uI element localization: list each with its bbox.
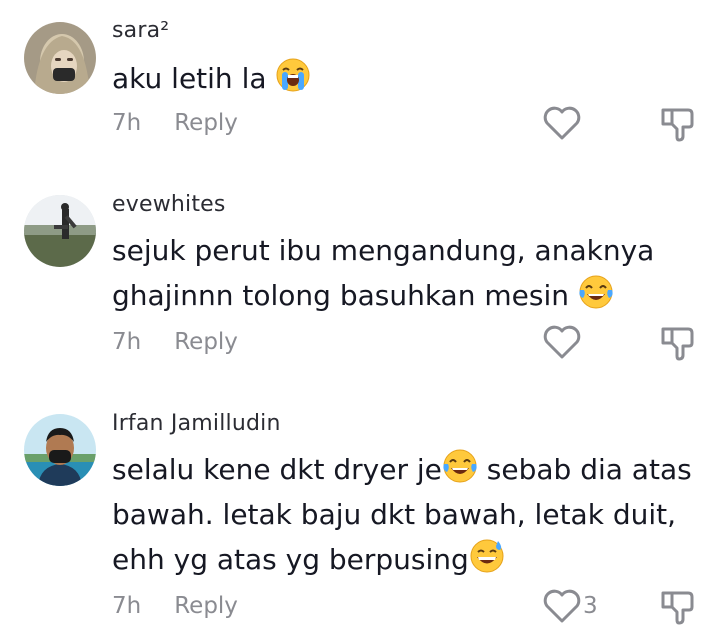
like-count: 3 [583,593,598,619]
username[interactable]: evewhites [112,192,226,217]
timestamp: 7h [112,110,142,136]
heart-icon [543,106,581,140]
comment-text-line: ghajinnn tolong basuhkan mesin [112,279,569,312]
avatar[interactable] [24,414,96,486]
thumbs-down-icon [661,108,694,142]
username[interactable]: Irfan Jamilludin [112,411,281,436]
comment-text: aku letih la [112,56,692,101]
dislike-button[interactable] [658,323,698,367]
comment-meta: 7h Reply [112,593,238,619]
grinning-face-with-sweat-icon [469,538,505,574]
face-with-tears-of-joy-icon [578,274,614,310]
timestamp: 7h [112,593,142,619]
like-button[interactable] [541,105,583,141]
avatar[interactable] [24,22,96,94]
reply-button[interactable]: Reply [174,110,238,136]
thumbs-down-icon [661,591,694,625]
like-button[interactable]: 3 [541,588,598,624]
username[interactable]: sara² [112,18,169,43]
like-button[interactable] [541,324,583,360]
comment-text-line: bawah. letak baju dkt bawah, letak duit, [112,498,676,531]
comment-meta: 7h Reply [112,329,238,355]
comment-text-line-wrap: selalu kene dkt dryer je sebab dia atas [112,447,692,492]
timestamp: 7h [112,329,142,355]
avatar[interactable] [24,195,96,267]
comment-meta: 7h Reply [112,110,238,136]
dislike-button[interactable] [658,587,698,631]
loudly-crying-face-icon [275,57,311,93]
reply-button[interactable]: Reply [174,593,238,619]
comment-text-line: selalu kene dkt dryer je [112,453,442,486]
heart-icon [543,325,581,359]
comment-text-line: sejuk perut ibu mengandung, anaknya [112,234,655,267]
comment-text-line-wrap: ghajinnn tolong basuhkan mesin [112,273,692,318]
dislike-button[interactable] [658,104,698,148]
comment-text-line: ehh yg atas yg berpusing [112,543,469,576]
heart-icon [543,589,581,623]
face-with-tears-of-joy-icon [442,448,478,484]
comment-text: sejuk perut ibu mengandung, anaknya ghaj… [112,228,692,318]
thumbs-down-icon [661,327,694,361]
comment-text-line: aku letih la [112,62,267,95]
comment-text-line-wrap: ehh yg atas yg berpusing [112,537,692,582]
comment-text-line: sebab dia atas [477,453,692,486]
comment-text: selalu kene dkt dryer je sebab dia atas … [112,447,692,582]
reply-button[interactable]: Reply [174,329,238,355]
